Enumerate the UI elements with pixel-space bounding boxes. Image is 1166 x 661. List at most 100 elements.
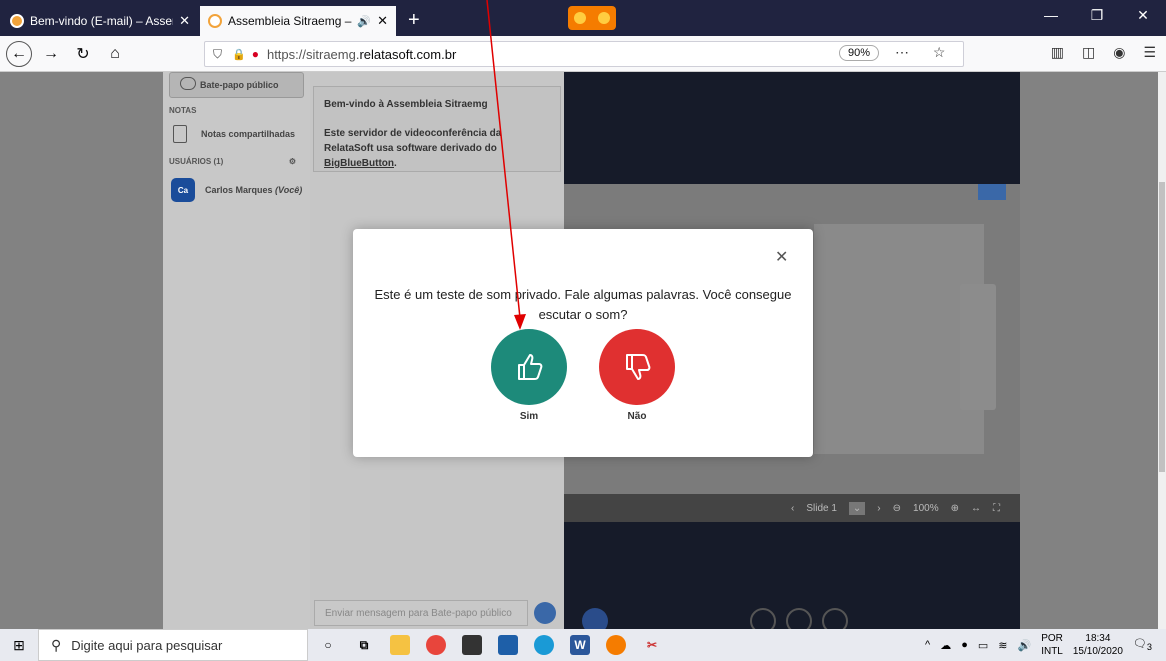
speaker-icon[interactable]: 🔊 [357, 15, 371, 28]
chat-icon [180, 77, 196, 90]
favicon-icon [208, 14, 222, 28]
onedrive-icon[interactable]: ☁ [940, 639, 951, 652]
menu-icon[interactable]: ☰ [1143, 44, 1156, 61]
back-button[interactable]: ← [6, 40, 32, 67]
slide-controls: ‹ Slide 1 ⌄ › ⊖ 100% ⊕ ↔ ⛶ [564, 494, 1020, 522]
right-panel [1020, 72, 1158, 629]
chevron-down-icon[interactable]: ⌄ [848, 501, 866, 515]
url-bar[interactable]: ⛉ 🔒 ● https://sitraemg. relatasoft.com.br… [204, 41, 964, 67]
gear-icon[interactable]: ⚙ [289, 157, 296, 166]
tab-assembleia[interactable]: Assembleia Sitraemg – Pow 🔊 ✕ [200, 6, 396, 36]
lang-top: POR [1041, 633, 1063, 644]
users-section-title: USUÁRIOS (1) [169, 157, 224, 166]
sidebar-icon[interactable]: ◫ [1082, 44, 1095, 61]
reload-button[interactable]: ↻ [70, 41, 96, 67]
actions-button[interactable] [582, 608, 608, 629]
screenshare-icon[interactable] [822, 608, 848, 629]
file-explorer-icon[interactable] [390, 635, 410, 655]
edge-icon[interactable] [534, 635, 554, 655]
url-prefix: https://sitraemg. [266, 46, 360, 62]
cortana-icon[interactable]: ○ [318, 635, 338, 655]
tab-email[interactable]: Bem-vindo (E-mail) – Assembl ✕ [2, 6, 198, 36]
mic-toggle-icon[interactable] [750, 608, 776, 629]
welcome-message: Bem-vindo à Assembleia Sitraemg Este ser… [313, 86, 561, 172]
network-icon[interactable]: ▭ [978, 639, 988, 652]
whiteboard-toolbar[interactable] [960, 284, 996, 410]
mail-icon[interactable] [498, 635, 518, 655]
tab-title: Assembleia Sitraemg – Pow [228, 14, 353, 28]
wifi-icon[interactable]: ≋ [998, 639, 1007, 652]
thumbs-up-icon[interactable] [491, 329, 567, 405]
clock[interactable]: 18:34 15/10/2020 [1073, 632, 1123, 658]
next-slide-icon[interactable]: › [877, 503, 880, 514]
shared-notes-label: Notas compartilhadas [201, 129, 296, 139]
lock-icon[interactable]: 🔒 [232, 48, 246, 61]
home-button[interactable]: ⌂ [102, 41, 128, 67]
taskbar: ⊞ ⚲ Digite aqui para pesquisar ○ ⧉ W ✂ ^… [0, 629, 1166, 661]
store-icon[interactable] [462, 635, 482, 655]
volume-icon[interactable]: 🔊 [1018, 639, 1032, 652]
scrollbar-thumb[interactable] [1159, 182, 1165, 472]
snipping-tool-icon[interactable]: ✂ [642, 635, 662, 655]
mic-tray-icon[interactable]: ● [961, 639, 968, 651]
account-icon[interactable]: ◉ [1113, 44, 1125, 61]
windows-start-icon[interactable]: ⊞ [0, 629, 38, 661]
library-icon[interactable]: ▥ [1051, 44, 1064, 61]
notes-section-title: NOTAS [169, 106, 197, 115]
nav-bar: ← → ↻ ⌂ ⛉ 🔒 ● https://sitraemg. relatasof… [0, 36, 1166, 72]
minimize-presentation-button[interactable] [978, 184, 1006, 200]
chevron-up-icon[interactable]: ^ [925, 639, 930, 651]
shared-notes-item[interactable]: Notas compartilhadas [163, 115, 310, 143]
close-window-icon[interactable]: ✕ [1120, 0, 1166, 36]
clock-time: 18:34 [1085, 633, 1111, 644]
lang-bottom: INTL [1041, 646, 1063, 657]
shield-icon[interactable]: ⛉ [213, 47, 222, 62]
users-section-header: USUÁRIOS (1) ⚙ [163, 143, 310, 166]
mic-icon[interactable]: ● [252, 47, 259, 61]
fullscreen-icon[interactable]: ⛶ [993, 503, 1000, 514]
tab-bar: Bem-vindo (E-mail) – Assembl ✕ Assemblei… [0, 0, 1166, 36]
chrome-icon[interactable] [426, 635, 446, 655]
task-view-icon[interactable]: ⧉ [354, 635, 374, 655]
user-item[interactable]: Ca Carlos Marques (Você) [163, 166, 310, 202]
close-icon[interactable]: ✕ [775, 247, 788, 267]
new-tab-button[interactable]: + [408, 6, 420, 36]
page-scrollbar[interactable] [1158, 72, 1166, 629]
notifications-icon[interactable]: 🗨3 [1133, 637, 1152, 652]
restore-icon[interactable]: ❐ [1074, 0, 1120, 36]
thumbs-down-icon[interactable] [599, 329, 675, 405]
system-tray: ^ ☁ ● ▭ ≋ 🔊 POR INTL 18:34 15/10/2020 🗨3 [925, 629, 1152, 661]
send-button[interactable] [534, 602, 556, 624]
public-chat-button[interactable]: Bate-papo público [169, 72, 304, 98]
prev-slide-icon[interactable]: ‹ [791, 503, 794, 514]
minimize-icon[interactable]: — [1028, 0, 1074, 36]
no-button[interactable]: Não [598, 329, 676, 422]
slide-content [814, 224, 984, 454]
zoom-level[interactable]: 90% [839, 45, 880, 61]
fit-width-icon[interactable]: ↔ [971, 503, 981, 514]
firefox-icon [574, 12, 586, 24]
clock-date: 15/10/2020 [1072, 646, 1123, 657]
mic-icon [598, 12, 610, 24]
public-chat-label: Bate-papo público [200, 80, 279, 90]
language-indicator[interactable]: POR INTL [1041, 632, 1063, 658]
zoom-in-icon[interactable]: ⊕ [951, 503, 959, 514]
page-actions-icon[interactable]: ⋯ ☆ [895, 44, 955, 61]
close-tab-icon[interactable]: ✕ [377, 13, 388, 29]
camera-toggle-icon[interactable] [786, 608, 812, 629]
audio-test-modal: ✕ Este é um teste de som privado. Fale a… [353, 229, 813, 457]
word-icon[interactable]: W [570, 635, 590, 655]
document-icon [173, 125, 187, 143]
zoom-out-icon[interactable]: ⊖ [893, 503, 901, 514]
zoom-value: 100% [913, 502, 939, 514]
taskbar-search-input[interactable]: ⚲ Digite aqui para pesquisar [38, 629, 308, 661]
bigbluebutton-link[interactable]: BigBlueButton [324, 158, 394, 169]
slide-selector[interactable]: Slide 1 [806, 503, 837, 514]
firefox-icon[interactable] [606, 635, 626, 655]
forward-button[interactable]: → [38, 41, 64, 67]
yes-button[interactable]: Sim [490, 329, 568, 422]
chat-input[interactable]: Enviar mensagem para Bate-papo público [314, 600, 528, 626]
user-list-panel: Bate-papo público NOTAS Notas compartilh… [163, 72, 310, 629]
sharing-indicator[interactable] [568, 6, 616, 30]
close-tab-icon[interactable]: ✕ [179, 13, 190, 29]
